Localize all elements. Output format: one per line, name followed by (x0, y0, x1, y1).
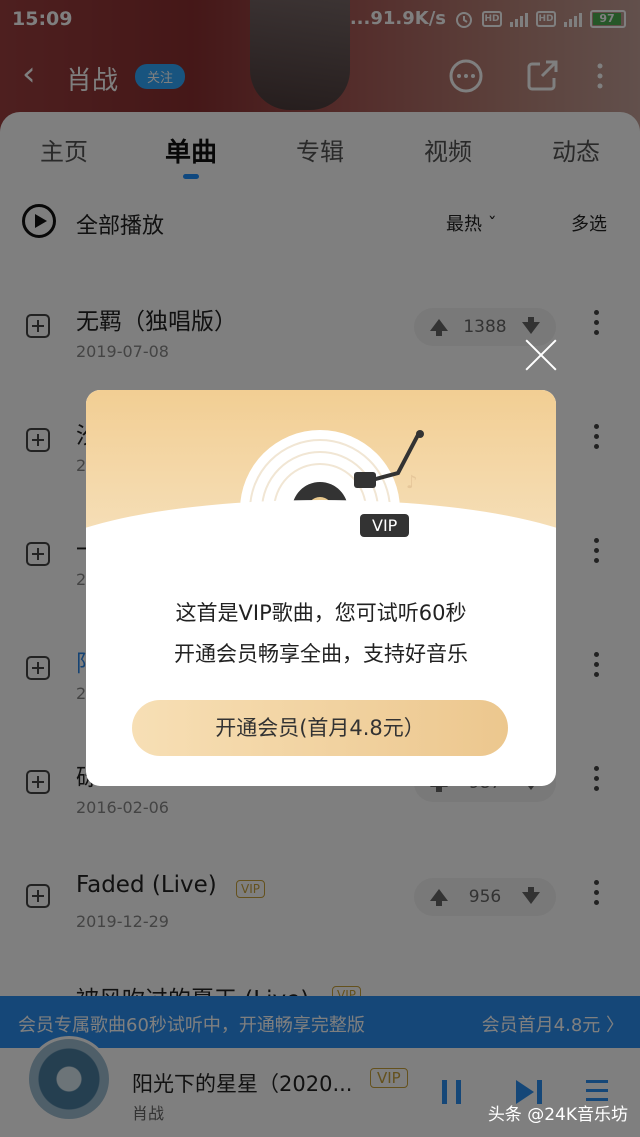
vip-dialog: ♪ ♪ VIP 这首是VIP歌曲，您可试听60秒 开通会员畅享全曲，支持好音乐 … (86, 390, 556, 786)
dialog-message-2: 开通会员畅享全曲，支持好音乐 (174, 642, 468, 666)
watermark: 头条 @24K音乐坊 (487, 1105, 628, 1125)
close-icon[interactable] (524, 338, 558, 372)
dialog-vip-badge: VIP (360, 514, 410, 537)
open-membership-button[interactable]: 开通会员(首月4.8元） (132, 700, 508, 756)
dialog-message-1: 这首是VIP歌曲，您可试听60秒 (175, 601, 467, 625)
svg-text:♪: ♪ (406, 472, 418, 493)
